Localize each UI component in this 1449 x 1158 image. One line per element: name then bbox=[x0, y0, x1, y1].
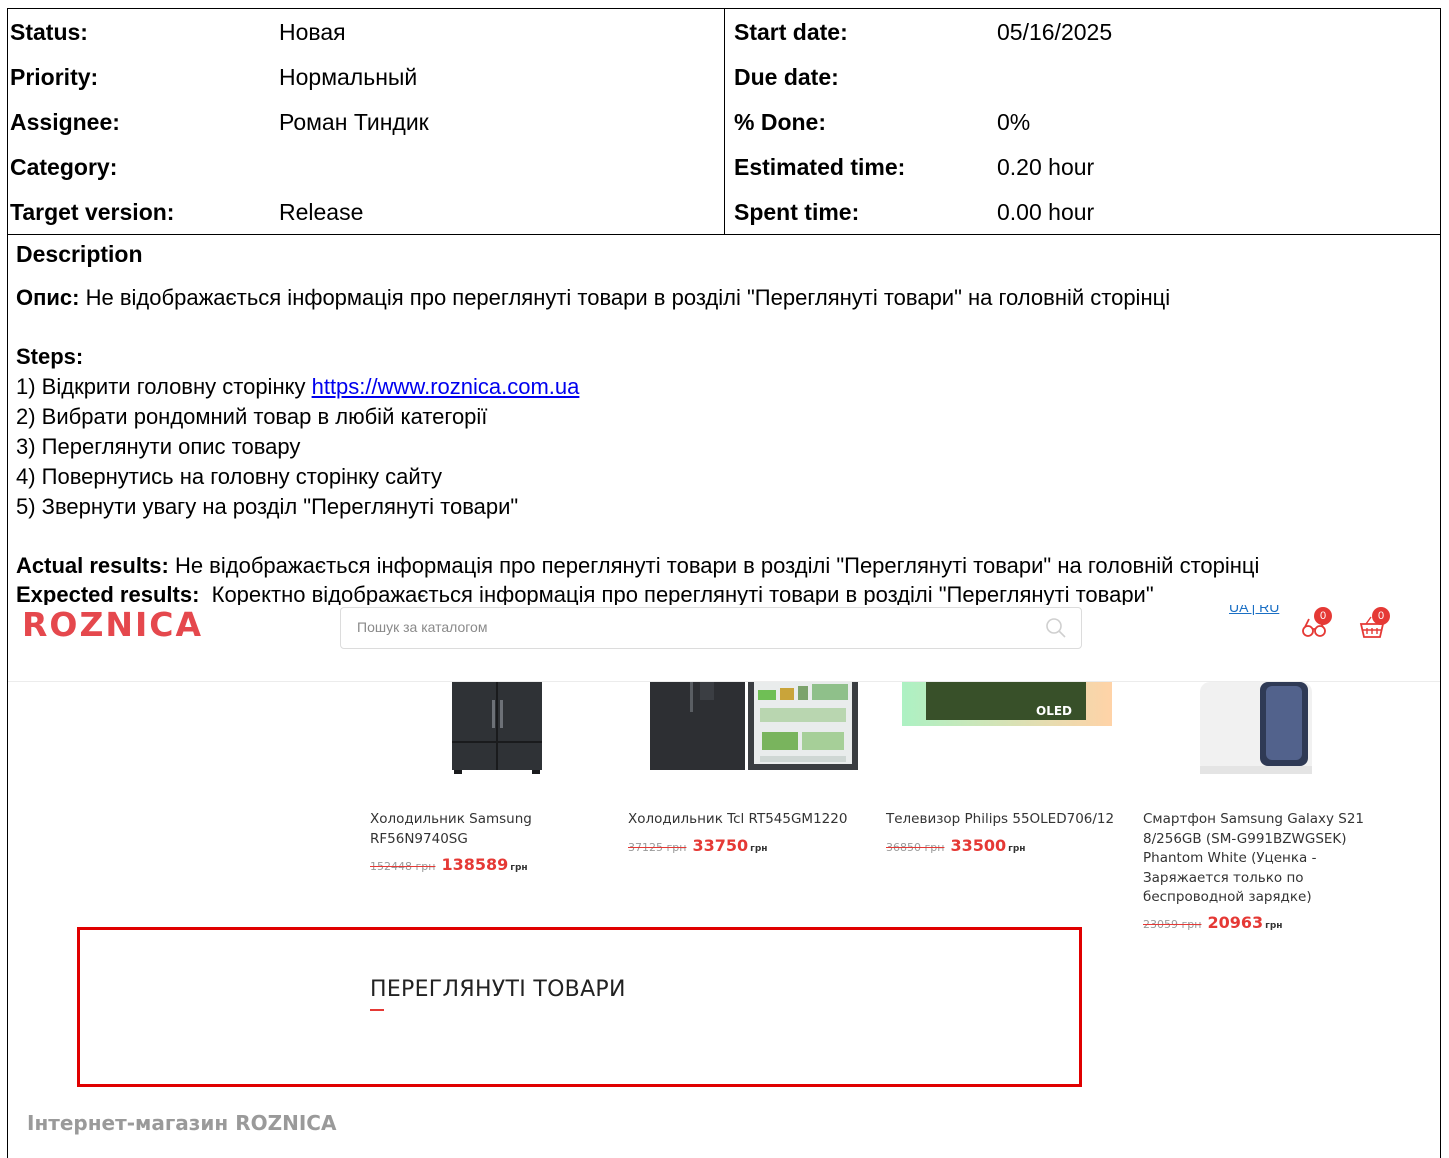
attr-value-priority: Нормальный bbox=[279, 64, 418, 90]
title-accent-underline bbox=[370, 1009, 384, 1011]
expected-label: Expected results: bbox=[16, 582, 200, 607]
attr-label: Category: bbox=[10, 154, 118, 180]
steps-label: Steps: bbox=[16, 344, 84, 369]
attr-row-target-version: Target version: Release bbox=[8, 190, 724, 235]
language-switch[interactable]: UA | RU bbox=[1229, 605, 1279, 615]
product-price: 152448 грн 138589 грн bbox=[370, 855, 528, 874]
current-price: 20963 bbox=[1207, 913, 1264, 932]
attr-row-spent-time: Spent time: 0.00 hour bbox=[725, 190, 1442, 235]
actual-results: Actual results: Не відображається інформ… bbox=[16, 553, 1259, 579]
attr-row-category: Category: bbox=[8, 145, 724, 190]
attr-label: % Done: bbox=[734, 109, 826, 135]
cart-count-badge: 0 bbox=[1372, 607, 1390, 625]
attr-row-done: % Done: 0% bbox=[725, 100, 1442, 145]
product-price: 23059 грн 20963 грн bbox=[1143, 913, 1283, 932]
tv-oled-label: OLED bbox=[1036, 704, 1072, 718]
issue-attributes-table: Status: Новая Priority: Нормальный Assig… bbox=[7, 8, 1442, 235]
product-price: 37125 грн 33750 грн bbox=[628, 836, 768, 855]
description-heading: Description bbox=[16, 241, 143, 267]
viewed-products-title: ПЕРЕГЛЯНУТІ ТОВАРИ bbox=[370, 977, 626, 1002]
roznica-link[interactable]: https://www.roznica.com.ua bbox=[312, 374, 580, 399]
search-placeholder: Пошук за каталогом bbox=[357, 619, 488, 635]
attr-value-assignee[interactable]: Роман Тиндик bbox=[279, 100, 429, 145]
product-image-fridge-samsung[interactable] bbox=[452, 682, 542, 774]
attr-row-priority: Priority: Нормальный bbox=[8, 55, 724, 100]
attr-row-status: Status: Новая bbox=[8, 10, 724, 55]
catalog-search-input[interactable]: Пошук за каталогом bbox=[340, 607, 1082, 649]
current-price: 33750 bbox=[692, 836, 749, 855]
current-price: 33500 bbox=[950, 836, 1007, 855]
steps-heading: Steps: bbox=[16, 344, 83, 370]
attr-row-assignee: Assignee: Роман Тиндик bbox=[8, 100, 724, 145]
attr-value-start-date: 05/16/2025 bbox=[997, 19, 1113, 45]
attr-label: Status: bbox=[10, 19, 88, 45]
product-name[interactable]: Холодильник Samsung RF56N9740SG bbox=[370, 810, 610, 849]
currency: грн bbox=[1265, 921, 1283, 931]
currency: грн bbox=[510, 863, 528, 873]
product-name[interactable]: Телевизор Philips 55OLED706/12 bbox=[886, 810, 1136, 830]
old-price: 36850 грн bbox=[886, 841, 945, 854]
search-icon[interactable] bbox=[1045, 617, 1067, 639]
attr-label: Assignee: bbox=[10, 109, 120, 135]
roznica-logo: ROZNICA bbox=[22, 605, 204, 644]
step-2: 2) Вибрати рондомний товар в любій катег… bbox=[16, 404, 488, 429]
attr-label: Due date: bbox=[734, 64, 839, 90]
attr-value-spent-time: 0.00 hour bbox=[997, 199, 1095, 225]
expected-text: Коректно відображається інформація про п… bbox=[199, 582, 1154, 607]
step-1-text: 1) Відкрити головну сторінку bbox=[16, 374, 312, 399]
attr-row-start-date: Start date: 05/16/2025 bbox=[725, 10, 1442, 55]
description-summary: Опис: Не відображається інформація про п… bbox=[16, 285, 1170, 311]
step-1: 1) Відкрити головну сторінку https://www… bbox=[16, 374, 579, 400]
product-image-phone-samsung[interactable] bbox=[1200, 682, 1312, 774]
old-price: 23059 грн bbox=[1143, 918, 1202, 931]
attr-value-status: Новая bbox=[279, 19, 346, 45]
currency: грн bbox=[1008, 844, 1026, 854]
product-image-fridge-tcl[interactable] bbox=[650, 682, 860, 774]
product-name[interactable]: Смартфон Samsung Galaxy S21 8/256GB (SM-… bbox=[1143, 810, 1378, 908]
cart-button[interactable]: 0 bbox=[1358, 607, 1390, 641]
current-price: 138589 bbox=[441, 855, 509, 874]
attr-label: Start date: bbox=[734, 19, 848, 45]
currency: грн bbox=[750, 844, 768, 854]
attached-screenshot[interactable]: ROZNICA Пошук за каталогом UA | RU 0 0 O… bbox=[8, 605, 1440, 1158]
highlight-box bbox=[77, 927, 1082, 1087]
actual-text: Не відображається інформація про перегля… bbox=[168, 553, 1260, 578]
actual-label: Actual results: bbox=[16, 553, 169, 578]
attr-label: Spent time: bbox=[734, 199, 860, 225]
attr-value-target-version[interactable]: Release bbox=[279, 190, 363, 235]
product-name[interactable]: Холодильник Tcl RT545GM1220 bbox=[628, 810, 868, 830]
product-image-tv-philips[interactable]: OLED bbox=[902, 682, 1112, 726]
step-5: 5) Звернути увагу на розділ "Переглянуті… bbox=[16, 494, 519, 519]
old-price: 152448 грн bbox=[370, 860, 436, 873]
store-footer-title: Інтернет-магазин ROZNICA bbox=[27, 1111, 337, 1135]
attr-label: Priority: bbox=[10, 64, 99, 90]
compare-count-badge: 0 bbox=[1314, 607, 1332, 625]
attr-row-due-date: Due date: bbox=[725, 55, 1442, 100]
attr-label: Target version: bbox=[10, 199, 175, 225]
step-4: 4) Повернутись на головну сторінку сайту bbox=[16, 464, 442, 489]
attr-value-done: 0% bbox=[997, 109, 1031, 135]
product-price: 36850 грн 33500 грн bbox=[886, 836, 1026, 855]
attr-value-estimated-time: 0.20 hour bbox=[997, 154, 1095, 180]
compare-button[interactable]: 0 bbox=[1300, 607, 1332, 641]
attr-row-estimated-time: Estimated time: 0.20 hour bbox=[725, 145, 1442, 190]
old-price: 37125 грн bbox=[628, 841, 687, 854]
step-3: 3) Переглянути опис товару bbox=[16, 434, 301, 459]
opys-text: Не відображається інформація про перегля… bbox=[79, 285, 1171, 310]
opys-label: Опис: bbox=[16, 285, 80, 310]
attr-label: Estimated time: bbox=[734, 154, 906, 180]
